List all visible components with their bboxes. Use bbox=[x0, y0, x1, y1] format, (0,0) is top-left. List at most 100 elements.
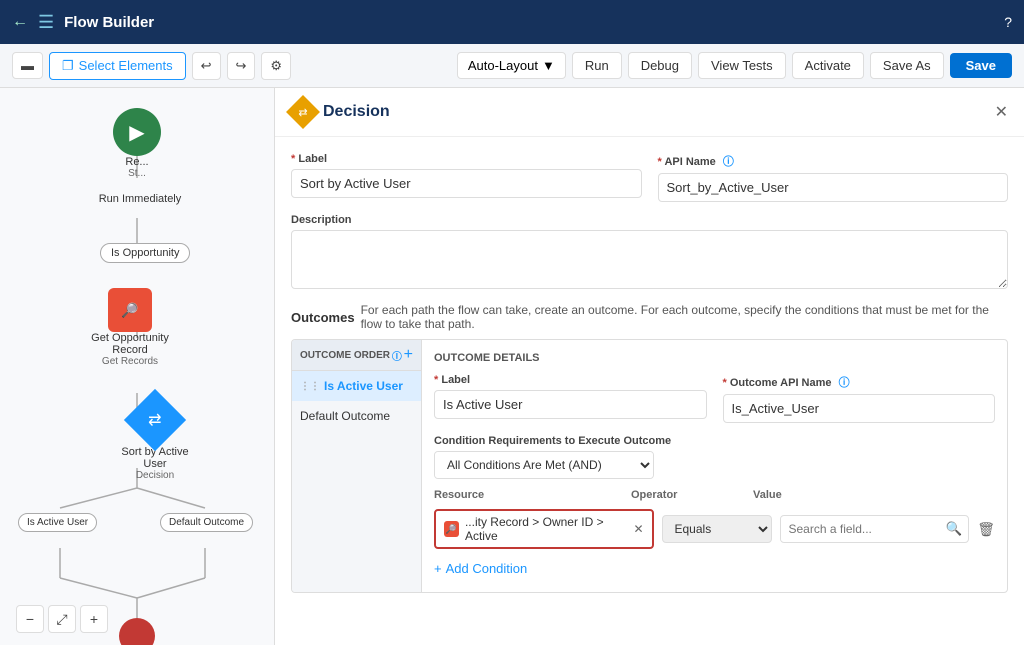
description-textarea[interactable] bbox=[291, 230, 1008, 289]
run-button[interactable]: Run bbox=[572, 52, 622, 79]
is-active-user-node[interactable]: Is Active User bbox=[18, 513, 97, 532]
value-search-button[interactable]: 🔍 bbox=[940, 516, 969, 542]
decision-panel: ⇄ Decision ✕ * Label * API Name bbox=[275, 88, 1024, 645]
app-icon: ☰ bbox=[38, 12, 54, 33]
api-name-field: * API Name ⓘ bbox=[658, 153, 1009, 202]
help-button[interactable]: ? bbox=[1004, 14, 1012, 30]
label-api-row: * Label * API Name ⓘ bbox=[291, 153, 1008, 202]
outcomes-list-header: OUTCOME ORDER ⓘ + bbox=[292, 340, 421, 371]
panel-header: ⇄ Decision ✕ bbox=[275, 88, 1024, 137]
panel-body: * Label * API Name ⓘ Description bbox=[275, 137, 1024, 645]
start-icon: ▶ bbox=[113, 108, 161, 156]
outcome-label-input[interactable] bbox=[434, 390, 707, 419]
is-opportunity-label: Is Opportunity bbox=[100, 243, 190, 263]
value-field[interactable]: 🔍 bbox=[780, 515, 970, 543]
label-field: * Label bbox=[291, 153, 642, 202]
default-outcome-item[interactable]: Default Outcome bbox=[292, 401, 421, 431]
is-opportunity-node[interactable]: Is Opportunity bbox=[100, 243, 190, 263]
top-nav: ← ☰ Flow Builder ? bbox=[0, 0, 1024, 44]
get-opportunity-icon: 🔎 bbox=[108, 288, 152, 332]
condition-req-dropdown[interactable]: All Conditions Are Met (AND) Any Conditi… bbox=[435, 452, 653, 478]
settings-button[interactable]: ⚙ bbox=[261, 52, 291, 80]
operator-dropdown[interactable]: Equals Not Equal To Greater Than Less Th… bbox=[662, 515, 772, 543]
remove-resource-button[interactable]: ✕ bbox=[633, 522, 643, 536]
save-button[interactable]: Save bbox=[950, 53, 1012, 78]
auto-layout-button[interactable]: Auto-Layout ▼ bbox=[457, 52, 566, 79]
debug-button[interactable]: Debug bbox=[628, 52, 692, 79]
outcome-label-api-row: * Label * Outcome API Name ⓘ bbox=[434, 374, 995, 423]
operator-field[interactable]: Equals Not Equal To Greater Than Less Th… bbox=[662, 515, 772, 543]
condition-req-select[interactable]: All Conditions Are Met (AND) Any Conditi… bbox=[434, 451, 654, 479]
get-opportunity-sublabel: Get Records bbox=[102, 356, 158, 367]
outcomes-area: OUTCOME ORDER ⓘ + ⋮⋮ Is Active User Defa… bbox=[291, 339, 1008, 593]
sort-node-sublabel: Decision bbox=[136, 470, 174, 481]
panel-title: Decision bbox=[323, 103, 390, 121]
outcome-api-name-field: * Outcome API Name ⓘ bbox=[723, 374, 996, 423]
resource-col-label: Resource bbox=[434, 489, 619, 501]
description-label: Description bbox=[291, 214, 1008, 226]
default-outcome-node[interactable]: Default Outcome bbox=[160, 513, 253, 532]
start-node[interactable]: ▶ Re... St... bbox=[113, 108, 161, 179]
save-as-button[interactable]: Save As bbox=[870, 52, 944, 79]
sidebar-toggle-button[interactable]: ▬ bbox=[12, 52, 43, 79]
delete-condition-button[interactable]: 🗑 bbox=[977, 521, 995, 538]
label-field-label: * Label bbox=[291, 153, 642, 165]
value-col-label: Value bbox=[753, 489, 782, 501]
chevron-down-icon: ▼ bbox=[542, 58, 555, 73]
outcome-api-name-input[interactable] bbox=[723, 394, 996, 423]
outcome-item-label: Is Active User bbox=[324, 379, 403, 393]
back-icon[interactable]: ← bbox=[12, 13, 28, 31]
api-name-info-icon[interactable]: ⓘ bbox=[723, 156, 734, 168]
resource-icon: 🔎 bbox=[444, 521, 459, 537]
undo-button[interactable]: ↩ bbox=[192, 52, 221, 80]
get-opportunity-node[interactable]: 🔎 Get Opportunity Record Get Records bbox=[90, 288, 170, 367]
outcome-details: OUTCOME DETAILS * Label * bbox=[422, 340, 1007, 592]
info-icon[interactable]: ⓘ bbox=[392, 348, 402, 363]
zoom-out-button[interactable]: − bbox=[16, 605, 44, 633]
api-name-label: * API Name ⓘ bbox=[658, 153, 1009, 169]
select-elements-icon: ❐ bbox=[62, 58, 74, 74]
condition-req-label: Condition Requirements to Execute Outcom… bbox=[434, 435, 995, 447]
app-title: Flow Builder bbox=[64, 14, 154, 31]
label-input[interactable] bbox=[291, 169, 642, 198]
zoom-expand-button[interactable]: ⤢ bbox=[48, 605, 76, 633]
close-panel-button[interactable]: ✕ bbox=[995, 102, 1008, 122]
value-input[interactable] bbox=[781, 517, 940, 541]
condition-resource-text: ...ity Record > Owner ID > Active bbox=[465, 515, 628, 543]
outcome-api-name-label: * Outcome API Name ⓘ bbox=[723, 374, 996, 390]
start-label: Re... bbox=[125, 156, 148, 168]
canvas[interactable]: ▶ Re... St... Run Immediately Is Opportu… bbox=[0, 88, 275, 645]
outcome-order-label: OUTCOME ORDER bbox=[300, 350, 390, 361]
get-opportunity-label: Get Opportunity Record bbox=[90, 332, 170, 356]
default-outcome-label: Default Outcome bbox=[160, 513, 253, 532]
toolbar: ▬ ❐ Select Elements ↩ ↪ ⚙ Auto-Layout ▼ … bbox=[0, 44, 1024, 88]
zoom-controls: − ⤢ + bbox=[16, 605, 108, 633]
main-area: ▶ Re... St... Run Immediately Is Opportu… bbox=[0, 88, 1024, 645]
outcome-label-label: * Label bbox=[434, 374, 707, 386]
add-outcome-button[interactable]: + bbox=[404, 346, 413, 364]
view-tests-button[interactable]: View Tests bbox=[698, 52, 786, 79]
api-name-input[interactable] bbox=[658, 173, 1009, 202]
zoom-in-button[interactable]: + bbox=[80, 605, 108, 633]
outcome-api-name-info-icon[interactable]: ⓘ bbox=[839, 377, 850, 389]
operator-col-label: Operator bbox=[631, 489, 741, 501]
run-immediately-label: Run Immediately bbox=[70, 193, 210, 205]
outcomes-header: Outcomes For each path the flow can take… bbox=[291, 303, 1008, 331]
select-elements-button[interactable]: ❐ Select Elements bbox=[49, 52, 186, 80]
add-condition-button[interactable]: + Add Condition bbox=[434, 557, 527, 580]
sort-by-active-user-node[interactable]: ⇄ Sort by Active User Decision bbox=[115, 398, 195, 481]
outcome-item-is-active-user[interactable]: ⋮⋮ Is Active User bbox=[292, 371, 421, 401]
description-field: Description bbox=[291, 214, 1008, 289]
add-icon: + bbox=[434, 561, 442, 576]
outcomes-description: For each path the flow can take, create … bbox=[361, 303, 1008, 331]
is-active-user-label: Is Active User bbox=[18, 513, 97, 532]
end-node[interactable]: End bbox=[119, 618, 155, 645]
activate-button[interactable]: Activate bbox=[792, 52, 864, 79]
redo-button[interactable]: ↪ bbox=[227, 52, 256, 80]
condition-columns-header: Resource Operator Value bbox=[434, 489, 995, 501]
outcomes-list: OUTCOME ORDER ⓘ + ⋮⋮ Is Active User Defa… bbox=[292, 340, 422, 592]
outcome-label-field: * Label bbox=[434, 374, 707, 423]
start-sublabel: St... bbox=[128, 168, 146, 179]
condition-resource-field[interactable]: 🔎 ...ity Record > Owner ID > Active ✕ bbox=[434, 509, 654, 549]
decision-panel-icon: ⇄ bbox=[286, 95, 320, 129]
